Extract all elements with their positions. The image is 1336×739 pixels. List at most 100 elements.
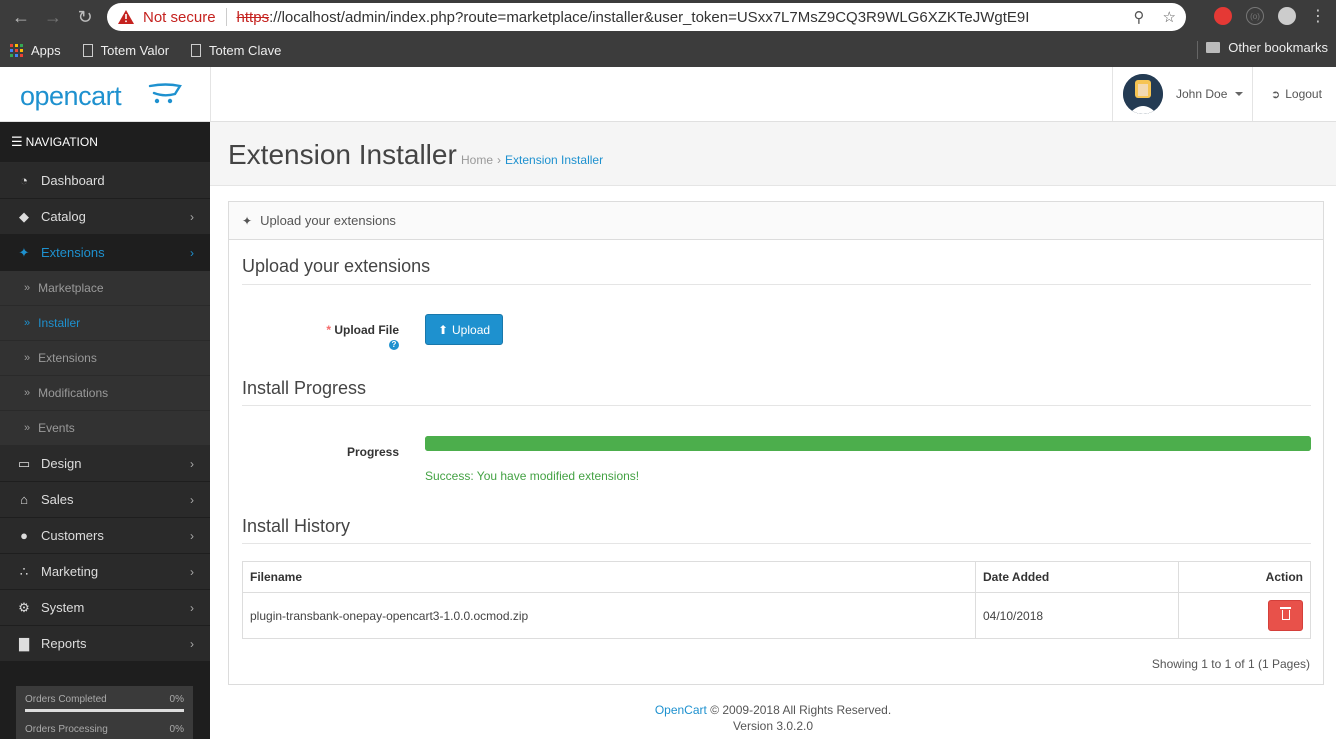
page-icon	[191, 44, 202, 57]
upload-button[interactable]: ⬆ Upload	[425, 314, 503, 345]
upload-file-label-text: Upload File	[334, 323, 399, 337]
sidebar-item-label: System	[41, 600, 85, 615]
bookmark-totem-clave[interactable]: Totem Clave	[191, 43, 281, 58]
back-icon[interactable]: ←	[8, 4, 34, 30]
sidebar-subitem-modifications[interactable]: » Modifications	[0, 376, 210, 411]
section-divider	[242, 543, 1311, 544]
stat-label: Orders Processing	[25, 724, 108, 735]
sidebar-item-reports[interactable]: ▇ Reports ›	[0, 626, 210, 662]
user-icon: ●	[20, 528, 28, 543]
chevron-right-icon: ›	[190, 637, 194, 651]
zoom-icon[interactable]: ⚲	[1134, 8, 1145, 26]
sidebar-item-label: Reports	[41, 636, 87, 651]
folder-icon	[1206, 42, 1221, 53]
profile-icon[interactable]	[1278, 7, 1296, 25]
double-chevron-icon: »	[24, 352, 31, 364]
chevron-right-icon: ›	[190, 529, 194, 543]
sidebar-item-label: Extensions	[41, 245, 105, 260]
sidebar-item-catalog[interactable]: ◆ Catalog ›	[0, 199, 210, 235]
sidebar-item-design[interactable]: ▭ Design ›	[0, 446, 210, 482]
address-bar[interactable]: Not secure https://localhost/admin/index…	[107, 3, 1186, 31]
sidebar-subitem-installer[interactable]: » Installer	[0, 306, 210, 341]
double-chevron-icon: »	[24, 422, 31, 434]
delete-button[interactable]	[1268, 600, 1303, 631]
bookmark-apps[interactable]: Apps	[10, 43, 61, 58]
sidebar: ☰ NAVIGATION ◔ Dashboard ◆ Catalog › ✦ Extensi…	[0, 122, 210, 739]
gear-icon: ⚙	[18, 599, 30, 615]
puzzle-icon: ✦	[242, 213, 253, 228]
stat-row: Orders Completed 0%	[25, 694, 184, 705]
sidebar-item-extensions[interactable]: ✦ Extensions ›	[0, 235, 210, 271]
logout-label: Logout	[1285, 87, 1322, 101]
footer-version: Version 3.0.2.0	[732, 719, 814, 733]
trash-icon	[1280, 607, 1291, 620]
user-menu[interactable]: John Doe	[1112, 67, 1253, 121]
sidebar-item-sales[interactable]: ⌂ Sales ›	[0, 482, 210, 518]
sidebar-item-dashboard[interactable]: ◔ Dashboard	[0, 163, 210, 199]
pagination-text: Showing 1 to 1 of 1 (1 Pages)	[1151, 657, 1310, 671]
header-divider	[210, 67, 211, 121]
extension-icon[interactable]: (o)	[1246, 7, 1264, 25]
opencart-logo[interactable]: opencart	[20, 81, 122, 112]
footer-copyright: © 2009-2018 All Rights Reserved.	[710, 703, 892, 717]
other-bookmarks-label: Other bookmarks	[1228, 40, 1328, 55]
nav-title: ☰ NAVIGATION	[0, 122, 210, 163]
opencart-link[interactable]: OpenCart	[655, 703, 707, 717]
bookmarks-divider	[1197, 41, 1198, 59]
monitor-icon: ▭	[17, 455, 31, 471]
stat-value: 0%	[169, 694, 184, 705]
bookmark-label: Totem Clave	[209, 43, 282, 58]
sidebar-item-label: Sales	[41, 492, 74, 507]
bookmark-totem-valor[interactable]: Totem Valor	[82, 43, 169, 58]
sidebar-item-marketing[interactable]: ∴ Marketing ›	[0, 554, 210, 590]
table-row: plugin-transbank-onepay-opencart3-1.0.0.…	[242, 592, 1311, 639]
breadcrumb-current[interactable]: Extension Installer	[505, 153, 603, 167]
breadcrumb: Home › Extension Installer	[461, 153, 603, 167]
stat-row: Orders Processing 0%	[25, 724, 184, 735]
page-header: Extension Installer Home › Extension Ins…	[210, 122, 1336, 186]
sidebar-subitem-label: Extensions	[38, 351, 97, 365]
sidebar-item-customers[interactable]: ● Customers ›	[0, 518, 210, 554]
double-chevron-icon: »	[24, 387, 31, 399]
sidebar-subitem-label: Events	[38, 421, 75, 435]
forward-icon[interactable]: →	[40, 4, 66, 30]
chevron-right-icon: ›	[190, 493, 194, 507]
sidebar-subitem-marketplace[interactable]: » Marketplace	[0, 271, 210, 306]
tags-icon: ◆	[19, 208, 29, 224]
panel-heading: ✦ Upload your extensions	[229, 202, 1323, 240]
sidebar-item-label: Dashboard	[41, 173, 105, 188]
puzzle-icon: ✦	[18, 244, 30, 260]
sidebar-item-label: Marketing	[41, 564, 99, 579]
star-icon[interactable]: ☆	[1163, 8, 1176, 26]
section-title-progress: Install Progress	[242, 378, 367, 398]
help-icon[interactable]: ?	[389, 339, 399, 350]
sidebar-subitem-extensions[interactable]: » Extensions	[0, 341, 210, 376]
column-header-date-added[interactable]: Date Added	[975, 561, 1179, 593]
sidebar-item-system[interactable]: ⚙ System ›	[0, 590, 210, 626]
extension-icon[interactable]	[1214, 7, 1232, 25]
bar-chart-icon: ▇	[19, 635, 29, 651]
reload-icon[interactable]: ↻	[72, 4, 98, 30]
column-header-filename[interactable]: Filename	[242, 561, 976, 593]
order-stats: Orders Completed 0% Orders Processing 0%	[16, 686, 193, 739]
success-message: Success: You have modified extensions!	[425, 469, 640, 483]
stat-bar	[25, 709, 184, 712]
bookmarks-bar: Apps Totem Valor Totem Clave	[0, 34, 313, 67]
section-title-history: Install History	[242, 516, 351, 536]
upload-button-label: Upload	[452, 322, 491, 337]
action-cell	[1178, 592, 1311, 639]
other-bookmarks[interactable]: Other bookmarks	[1206, 40, 1328, 55]
page-icon	[82, 44, 93, 57]
logout-link[interactable]: ➲ Logout	[1271, 87, 1322, 101]
sidebar-subitem-label: Marketplace	[38, 281, 104, 295]
progress-label: Progress	[346, 445, 399, 459]
sidebar-subitem-events[interactable]: » Events	[0, 411, 210, 446]
more-icon[interactable]: ⋮	[1310, 6, 1326, 26]
breadcrumb-separator: ›	[497, 153, 502, 167]
breadcrumb-home[interactable]: Home	[461, 153, 493, 167]
bars-icon: ☰	[11, 134, 23, 149]
nav-list: ◔ Dashboard ◆ Catalog › ✦ Extensions › » Marketpl…	[0, 163, 210, 662]
chevron-right-icon: ›	[190, 457, 194, 471]
section-title-upload: Upload your extensions	[242, 256, 431, 276]
url-text: ://localhost/admin/index.php?route=marke…	[269, 8, 1030, 26]
